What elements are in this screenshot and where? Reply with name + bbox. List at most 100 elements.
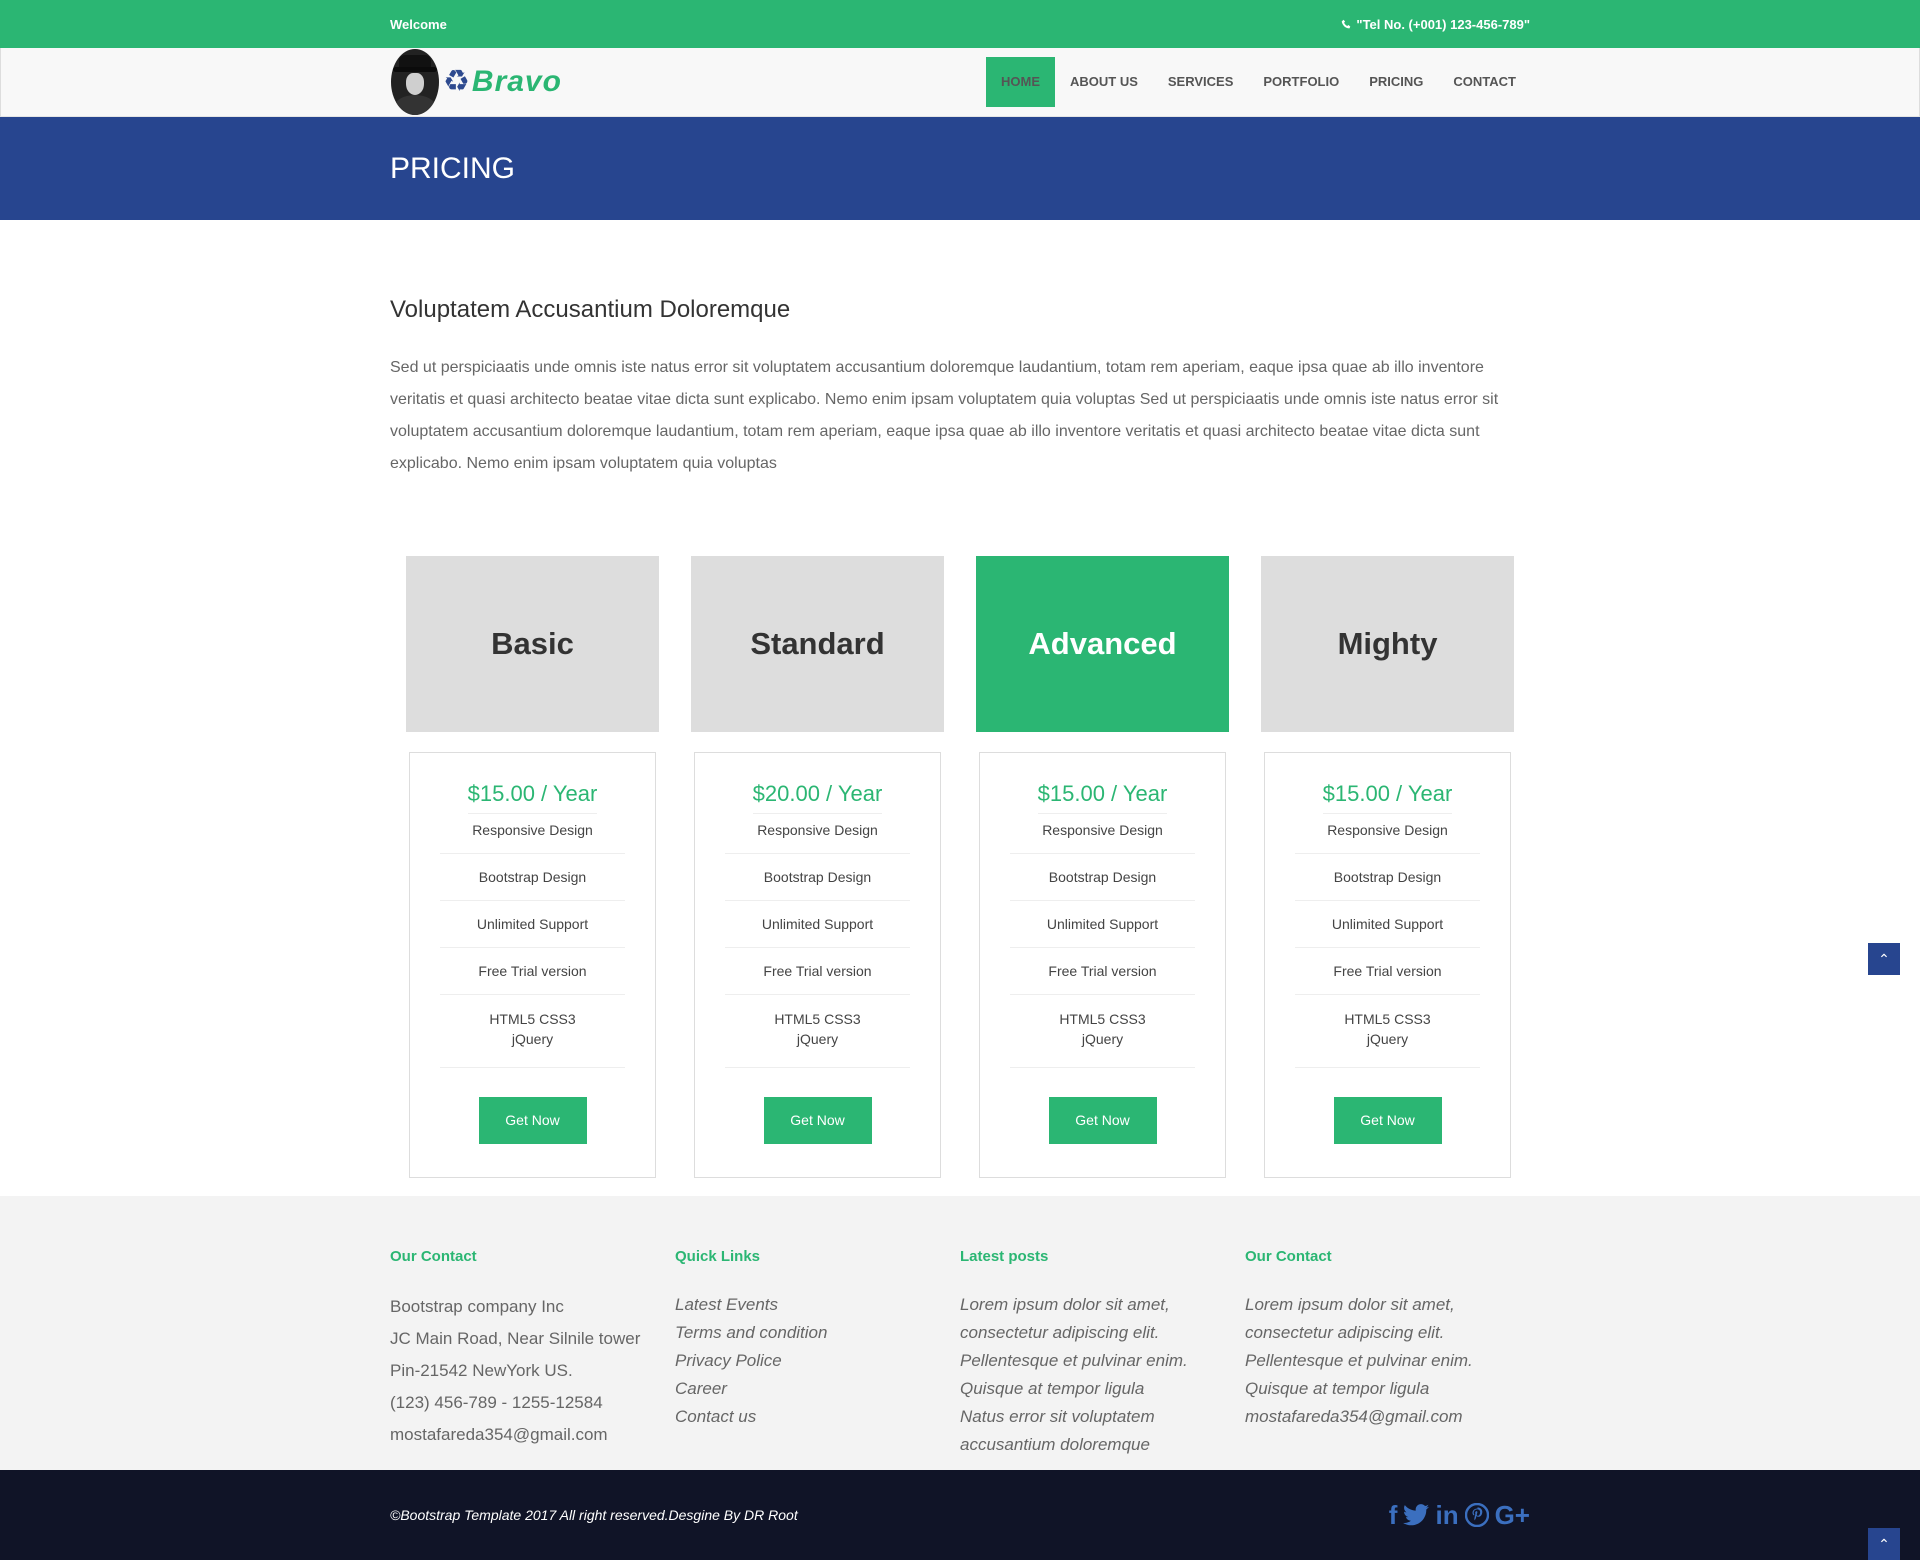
plan-standard: Standard $20.00 / Year Responsive Design… [675,556,960,1178]
intro-section: Voluptatem Accusantium Doloremque Sed ut… [390,220,1530,480]
social-links: f in G+ [1389,1502,1530,1528]
footer-link[interactable]: Terms and condition [675,1319,960,1347]
bottom-bar: ©Bootstrap Template 2017 All right reser… [0,1470,1920,1560]
contact-phone: "Tel No. (+001) 123-456-789" [1341,17,1530,32]
plan-feature: HTML5 CSS3 jQuery [440,995,625,1068]
plan-body: $15.00 / Year Responsive Design Bootstra… [1264,752,1511,1178]
plan-advanced: Advanced $15.00 / Year Responsive Design… [960,556,1245,1178]
plan-body: $15.00 / Year Responsive Design Bootstra… [409,752,656,1178]
footer-text: Pellentesque et pulvinar enim. [1245,1351,1473,1370]
chevron-up-icon: ⌃ [1878,1535,1890,1552]
plan-name: Standard [750,626,885,661]
footer-text: Bootstrap company Inc [390,1297,564,1316]
scroll-top-button-footer[interactable]: ⌃ [1868,1528,1900,1560]
plan-feature: HTML5 CSS3 jQuery [725,995,910,1068]
footer-text: JC Main Road, Near Silnile tower [390,1329,641,1348]
plan-feature: Responsive Design [1295,814,1480,854]
site-footer: Our Contact Bootstrap company Inc JC Mai… [0,1196,1920,1470]
recycle-icon: ♻ [443,65,470,98]
footer-col-contact: Our Contact Bootstrap company Inc JC Mai… [390,1248,675,1459]
get-now-button[interactable]: Get Now [478,1097,587,1144]
get-now-button[interactable]: Get Now [763,1097,872,1144]
plan-price: $15.00 / Year [1322,781,1453,814]
google-plus-icon[interactable]: G+ [1495,1502,1530,1528]
welcome-text: Welcome [390,16,447,32]
footer-text: Quisque at tempor ligula [960,1379,1145,1398]
get-now-button[interactable]: Get Now [1333,1097,1442,1144]
pinterest-icon[interactable] [1464,1503,1489,1527]
linkedin-icon[interactable]: in [1435,1502,1458,1528]
footer-text: Lorem ipsum dolor sit amet, [960,1295,1170,1314]
intro-paragraph: Sed ut perspiciaatis unde omnis iste nat… [390,359,1499,472]
nav-portfolio[interactable]: PORTFOLIO [1248,57,1354,107]
plan-name: Basic [491,626,574,661]
plan-feature: Responsive Design [1010,814,1195,854]
plan-feature: Responsive Design [725,814,910,854]
footer-text: (123) 456-789 - 1255-12584 [390,1393,603,1412]
site-header: ♻ Bravo HOME ABOUT US SERVICES PORTFOLIO… [0,48,1920,117]
plan-price: $15.00 / Year [1037,781,1168,814]
main-nav: HOME ABOUT US SERVICES PORTFOLIO PRICING… [985,48,1531,116]
plan-feature: Free Trial version [1010,948,1195,995]
plan-body: $15.00 / Year Responsive Design Bootstra… [979,752,1226,1178]
facebook-icon[interactable]: f [1389,1502,1398,1528]
plan-feature: Bootstrap Design [725,854,910,901]
plan-feature: Free Trial version [725,948,910,995]
footer-heading: Our Contact [1245,1248,1332,1265]
plan-header: Basic [406,556,659,732]
twitter-icon[interactable] [1403,1504,1430,1526]
footer-col-latest-posts: Latest posts Lorem ipsum dolor sit amet,… [960,1248,1245,1459]
logo-avatar [391,49,439,115]
footer-heading: Latest posts [960,1248,1049,1265]
plan-header-featured: Advanced [976,556,1229,732]
scroll-top-button[interactable]: ⌃ [1868,943,1900,975]
footer-heading: Quick Links [675,1248,761,1265]
top-bar: Welcome "Tel No. (+001) 123-456-789" [0,0,1920,48]
footer-text: Pin-21542 NewYork US. [390,1361,573,1380]
nav-home[interactable]: HOME [985,57,1055,107]
nav-about-us[interactable]: ABOUT US [1055,57,1153,107]
plan-feature: HTML5 CSS3 jQuery [1010,995,1195,1068]
plan-feature: Bootstrap Design [1010,854,1195,901]
plan-name: Mighty [1337,626,1438,661]
plan-feature: Free Trial version [1295,948,1480,995]
plan-feature: Bootstrap Design [440,854,625,901]
plan-feature: HTML5 CSS3 jQuery [1295,995,1480,1068]
plan-feature: Unlimited Support [725,901,910,948]
footer-text: Lorem ipsum dolor sit amet, [1245,1295,1455,1314]
phone-icon [1342,19,1351,28]
plan-feature: Responsive Design [440,814,625,854]
footer-text: Natus error sit voluptatem [960,1407,1155,1426]
page-title-band: PRICING [0,117,1920,220]
plan-features: Responsive Design Bootstrap Design Unlim… [1295,814,1480,1068]
nav-pricing[interactable]: PRICING [1354,57,1438,107]
nav-services[interactable]: SERVICES [1153,57,1249,107]
plan-basic: Basic $15.00 / Year Responsive Design Bo… [390,556,675,1178]
plan-price: $20.00 / Year [752,781,883,814]
page-title: PRICING [390,151,516,185]
plan-body: $20.00 / Year Responsive Design Bootstra… [694,752,941,1178]
footer-email[interactable]: mostafareda354@gmail.com [1245,1403,1530,1431]
footer-link[interactable]: Privacy Police [675,1347,960,1375]
plan-features: Responsive Design Bootstrap Design Unlim… [725,814,910,1068]
brand-name: Bravo [471,65,562,98]
footer-link[interactable]: Latest Events [675,1291,960,1319]
plan-price: $15.00 / Year [467,781,598,814]
plan-header: Mighty [1261,556,1514,732]
plan-features: Responsive Design Bootstrap Design Unlim… [1010,814,1195,1068]
plan-header: Standard [691,556,944,732]
footer-text: Pellentesque et pulvinar enim. [960,1351,1188,1370]
intro-heading: Voluptatem Accusantium Doloremque [390,296,791,323]
footer-link[interactable]: Career [675,1375,960,1403]
footer-link[interactable]: Contact us [675,1403,960,1431]
footer-email[interactable]: mostafareda354@gmail.com [390,1419,675,1451]
footer-text: accusantium doloremque [960,1435,1150,1454]
get-now-button[interactable]: Get Now [1048,1097,1157,1144]
plan-name: Advanced [1028,626,1177,661]
nav-contact[interactable]: CONTACT [1438,57,1531,107]
chevron-up-icon: ⌃ [1878,950,1890,967]
site-logo[interactable]: ♻ Bravo [391,49,562,115]
plan-feature: Unlimited Support [1010,901,1195,948]
footer-text: consectetur adipiscing elit. [960,1323,1160,1342]
plan-mighty: Mighty $15.00 / Year Responsive Design B… [1245,556,1530,1178]
